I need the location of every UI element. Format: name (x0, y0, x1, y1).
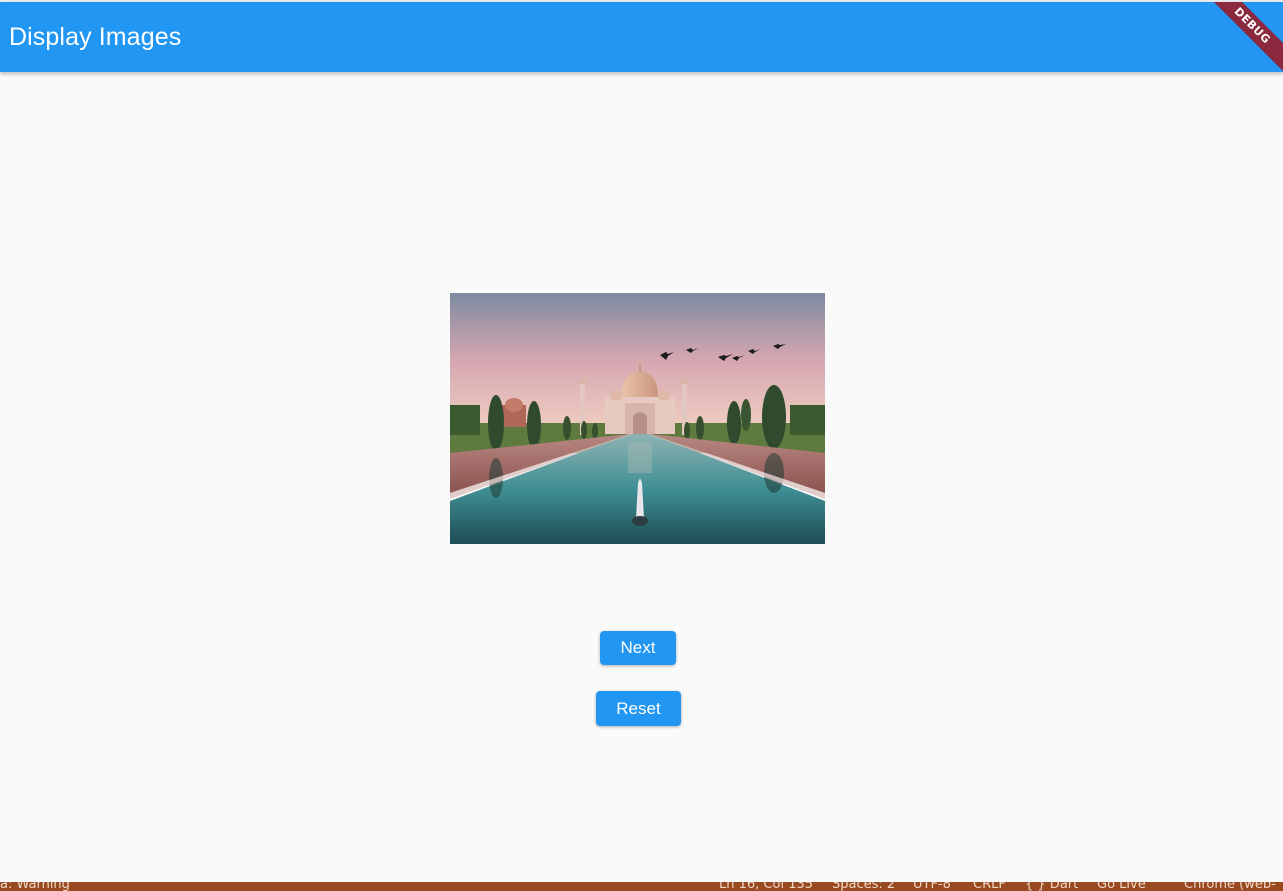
status-indentation[interactable]: Spaces: 2 (832, 882, 895, 891)
reset-button[interactable]: Reset (596, 691, 681, 726)
status-go-live[interactable]: Go Live (1097, 882, 1146, 891)
status-line-ending[interactable]: CRLF (973, 882, 1006, 891)
status-warning[interactable]: a: Warning (0, 882, 70, 891)
next-button[interactable]: Next (600, 631, 676, 665)
status-bar: a: Warning Ln 16, Col 135 Spaces: 2 UTF-… (0, 882, 1283, 891)
status-language[interactable]: { } Dart (1025, 882, 1078, 891)
app-title: Display Images (9, 23, 182, 51)
status-device[interactable]: Chrome (web- (1184, 882, 1276, 891)
main-content: Next Reset (0, 72, 1283, 882)
debug-label: DEBUG (1203, 2, 1283, 80)
app-bar: Display Images (0, 2, 1283, 72)
status-cursor-position[interactable]: Ln 16, Col 135 (719, 882, 813, 891)
status-encoding[interactable]: UTF-8 (913, 882, 951, 891)
debug-banner: DEBUG (1203, 2, 1283, 82)
displayed-image (450, 293, 825, 544)
